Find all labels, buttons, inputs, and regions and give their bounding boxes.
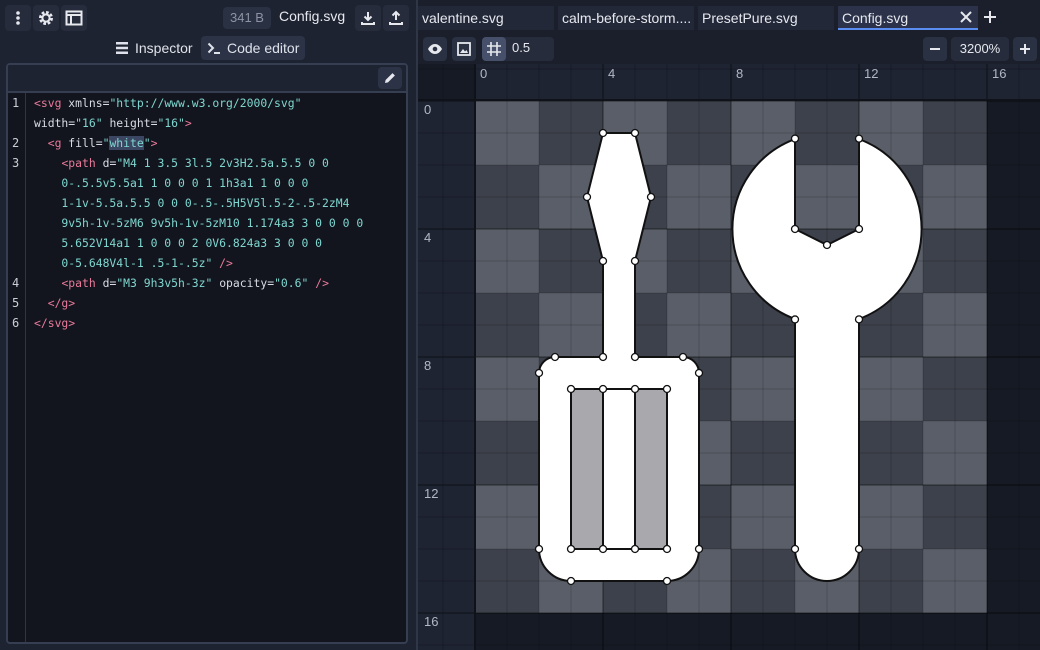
close-tab-icon[interactable]: [958, 9, 974, 25]
path-node-handle: [662, 576, 672, 586]
file-tab[interactable]: calm-before-storm....: [558, 6, 694, 30]
gear-icon[interactable]: [33, 5, 59, 31]
path-node-handle: [790, 224, 800, 234]
path-node-handle: [566, 384, 576, 394]
snap-value[interactable]: 0.5: [512, 40, 530, 55]
path-node-handle: [566, 576, 576, 586]
path-node-handle: [694, 544, 704, 554]
path-node-handle: [790, 134, 800, 143]
path-node-handle: [854, 134, 864, 143]
tab-code-editor-label: Code editor: [227, 40, 300, 56]
tab-inspector-label: Inspector: [135, 40, 193, 56]
more-menu-icon[interactable]: [5, 5, 31, 31]
file-tabs: valentine.svg calm-before-storm.... Pres…: [418, 0, 1040, 34]
path-node-handle: [582, 192, 592, 202]
svg-canvas[interactable]: [418, 64, 1040, 650]
code-line: 0-5.648V4l-1 .5-1-.5z" />: [34, 256, 233, 270]
path-node-handle: [630, 544, 640, 554]
path-node-handle: [550, 352, 560, 362]
code-line: <path d="M3 9h3v5h-3z" opacity="0.6" />: [61, 276, 329, 290]
code-line: </svg>: [34, 316, 76, 330]
zoom-level[interactable]: 3200%: [951, 37, 1009, 61]
eye-icon[interactable]: [423, 37, 447, 61]
file-tab[interactable]: valentine.svg: [418, 6, 554, 30]
path-node-handle: [598, 256, 608, 266]
zoom-out-icon[interactable]: [923, 37, 947, 61]
path-node-handle: [534, 544, 544, 554]
path-node-handle: [566, 544, 576, 554]
line-number: 1: [12, 96, 20, 110]
line-number: 6: [12, 316, 20, 330]
path-node-handle: [630, 384, 640, 394]
upload-icon[interactable]: [383, 5, 409, 31]
path-node-handle: [630, 128, 640, 138]
path-node-handle: [678, 352, 688, 362]
zoom-in-icon[interactable]: [1013, 37, 1037, 61]
view-toolbar: 0.5 3200%: [418, 34, 1040, 64]
code-line: width="16" height="16">: [34, 116, 192, 130]
code-line: 9v5h-1v-5zM6 9v5h-1v-5zM10 1.174a3 3 0 0…: [34, 216, 364, 230]
layers-icon: [116, 42, 128, 54]
line-number: 4: [12, 276, 20, 290]
path-node-handle: [598, 128, 608, 138]
file-size-badge: 341 B: [223, 7, 271, 29]
path-node-handle: [598, 352, 608, 362]
line-number: 5: [12, 296, 20, 310]
layout-icon[interactable]: [61, 5, 87, 31]
path-node-handle: [662, 384, 672, 394]
editor-header: [8, 65, 406, 93]
path-node-handle: [534, 368, 544, 378]
file-tab-active[interactable]: Config.svg: [838, 6, 978, 30]
path-node-handle: [630, 352, 640, 362]
path-node-handle: [662, 544, 672, 554]
panel-tabs: Inspector Code editor: [0, 36, 416, 60]
snap-icon[interactable]: [482, 37, 506, 61]
code-line: 1-1v-5.5a.5.5 0 0 0-.5-.5H5V5l.5-2-.5-2z…: [34, 196, 350, 210]
code-editor[interactable]: 1 2 3 4 5 6 <svg xmlns="http://www.w3.or…: [6, 63, 408, 644]
path-node-handle: [598, 544, 608, 554]
line-number: 3: [12, 156, 20, 170]
canvas-panel: valentine.svg calm-before-storm.... Pres…: [416, 0, 1040, 650]
snap-control[interactable]: 0.5: [482, 37, 554, 61]
pencil-icon[interactable]: [378, 67, 402, 89]
path-node-handle: [598, 384, 608, 394]
code-line: 0-.5.5v5.5a1 1 0 0 0 1 1h3a1 1 0 0 0: [34, 176, 309, 190]
path-node-handle: [694, 368, 704, 378]
path-node-handle: [790, 544, 800, 554]
top-toolbar: 341 B Config.svg: [0, 0, 416, 36]
code-line: <g fill="white">: [47, 136, 158, 150]
code-content[interactable]: 1 2 3 4 5 6 <svg xmlns="http://www.w3.or…: [8, 93, 406, 642]
file-name: Config.svg: [279, 8, 346, 24]
file-tab[interactable]: PresetPure.svg: [698, 6, 834, 30]
line-number: 2: [12, 136, 20, 150]
path-node-handle: [854, 315, 864, 324]
terminal-icon: [207, 42, 220, 54]
code-line: <svg xmlns="http://www.w3.org/2000/svg": [34, 96, 302, 110]
code-line: 5.652V14a1 1 0 0 0 2 0V6.824a3 3 0 0 0: [34, 236, 323, 250]
download-icon[interactable]: [355, 5, 381, 31]
path-node-handle: [822, 240, 832, 250]
path-node-handle: [630, 256, 640, 266]
tab-code-editor[interactable]: Code editor: [201, 36, 306, 60]
path-node-handle: [646, 192, 656, 202]
path-node-handle: [854, 224, 864, 234]
code-line: </g>: [47, 296, 76, 310]
left-panel: 341 B Config.svg Inspector Code editor 1…: [0, 0, 416, 650]
image-icon[interactable]: [452, 37, 476, 61]
path-node-handle: [790, 315, 800, 324]
tab-inspector[interactable]: Inspector: [109, 36, 199, 60]
new-tab-icon[interactable]: [982, 9, 998, 25]
path-node-handle: [854, 544, 864, 554]
code-line: <path d="M4 1 3.5 3l.5 2v3H2.5a.5.5 0 0: [61, 156, 329, 170]
